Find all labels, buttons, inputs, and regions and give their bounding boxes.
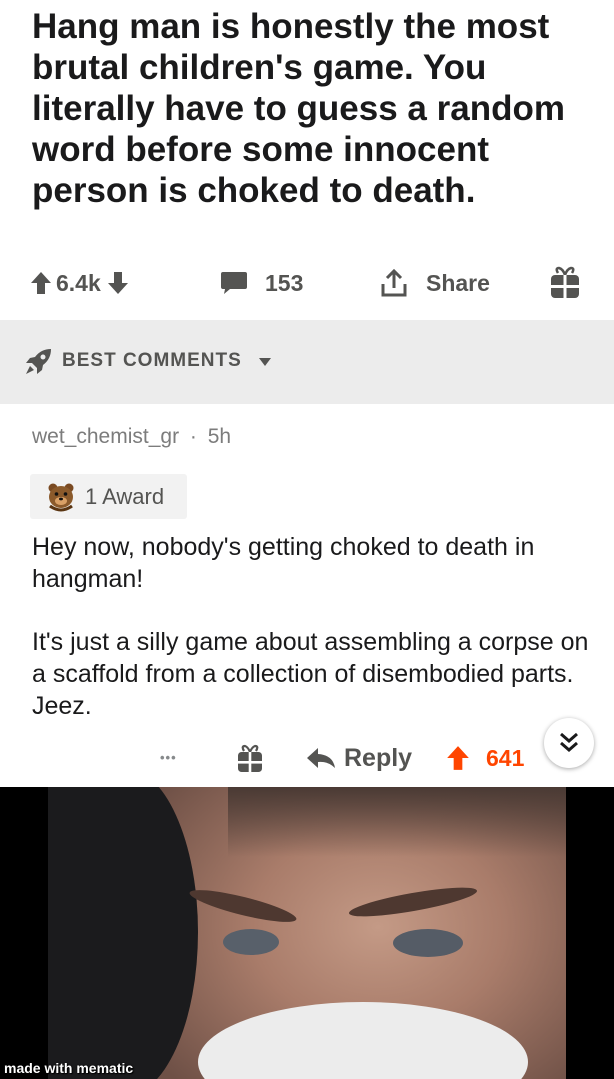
double-chevron-down-icon — [560, 732, 578, 752]
post-title: Hang man is honestly the most brutal chi… — [32, 7, 565, 210]
share-label: Share — [426, 269, 490, 296]
reply-label: Reply — [344, 743, 413, 772]
gift-icon — [551, 266, 579, 298]
more-options-button[interactable]: ••• — [160, 750, 177, 765]
comment-score: 641 — [486, 744, 525, 771]
mematic-watermark: made with mematic — [4, 1060, 134, 1076]
comments-count: 153 — [265, 269, 304, 296]
next-comment-button[interactable] — [544, 718, 594, 768]
reaction-image: made with mematic — [0, 787, 614, 1079]
upvote-arrow-icon[interactable] — [30, 271, 52, 295]
gift-icon[interactable] — [236, 744, 264, 774]
hair-shape — [228, 787, 566, 857]
right-eye — [393, 929, 463, 957]
rocket-icon — [26, 349, 51, 374]
upvote-arrow-icon[interactable] — [446, 745, 470, 771]
award-badge[interactable]: 1 Award — [30, 474, 187, 519]
comment-age: 5h — [207, 425, 232, 448]
comment-vote-group: 641 — [446, 742, 524, 774]
right-eyebrow — [347, 881, 479, 923]
comment-author[interactable]: wet_chemist_gr — [32, 425, 179, 448]
comment-bubble-icon — [221, 272, 247, 294]
downvote-arrow-icon[interactable] — [107, 271, 129, 295]
meta-separator: · — [189, 425, 197, 448]
left-eyebrow — [187, 883, 299, 929]
share-button[interactable]: Share — [380, 258, 490, 308]
sort-label: BEST COMMENTS — [62, 350, 242, 371]
post-action-bar: 6.4k 153 Share — [0, 258, 614, 308]
vote-group: 6.4k — [30, 258, 129, 308]
reply-arrow-icon — [307, 748, 335, 768]
comment-sort-bar[interactable]: BEST COMMENTS — [0, 320, 614, 404]
left-eye — [223, 929, 279, 955]
comment-action-bar: ••• Reply 641 — [0, 718, 614, 786]
award-label: 1 Award — [85, 484, 165, 509]
give-award-button[interactable] — [549, 258, 581, 308]
headphone-shape — [48, 787, 198, 1079]
bear-award-icon — [48, 483, 74, 512]
face-photo — [48, 787, 566, 1079]
comment-paragraph: It's just a silly game about assembling … — [32, 628, 589, 720]
caret-down-icon — [259, 358, 271, 366]
comment-meta: wet_chemist_gr · 5h — [32, 425, 231, 449]
share-icon — [381, 268, 407, 297]
post-score: 6.4k — [56, 269, 101, 296]
comment-paragraph: Hey now, nobody's getting choked to deat… — [32, 533, 535, 593]
cup-shape — [198, 1002, 528, 1079]
comments-button[interactable]: 153 — [220, 258, 303, 308]
reply-button[interactable]: Reply — [306, 742, 412, 774]
